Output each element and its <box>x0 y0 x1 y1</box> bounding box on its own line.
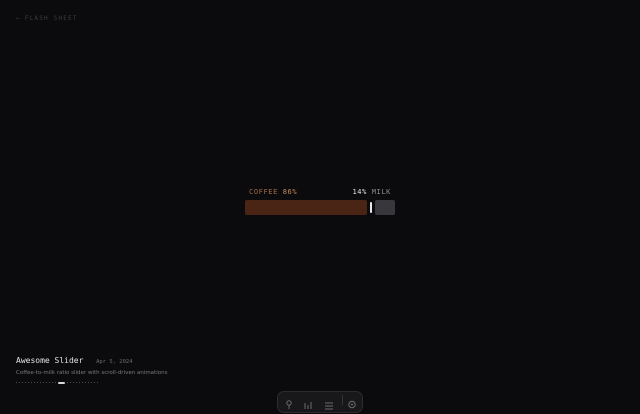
progress-dot[interactable] <box>25 382 26 383</box>
coffee-percent: 86% <box>282 188 298 196</box>
progress-dot[interactable] <box>34 382 35 383</box>
cursor-icon[interactable] <box>283 395 295 409</box>
chart-icon[interactable] <box>302 395 314 409</box>
back-arrow-icon: ← <box>16 15 21 22</box>
milk-percent: 14% <box>352 188 367 196</box>
progress-dot[interactable] <box>76 382 77 383</box>
progress-dot[interactable] <box>82 382 83 383</box>
title-row: Awesome Slider Apr 5, 2024 <box>16 348 167 367</box>
project-title: Awesome Slider <box>16 356 84 365</box>
progress-dot[interactable] <box>28 382 29 383</box>
slider-handle[interactable] <box>370 202 372 213</box>
progress-dot[interactable] <box>37 382 38 383</box>
coffee-label: COFFEE <box>249 188 278 196</box>
toolbar-divider <box>342 395 343 405</box>
coffee-fill-bar <box>245 200 367 215</box>
coffee-label-group: COFFEE 86% <box>249 188 297 196</box>
progress-dot[interactable] <box>19 382 20 383</box>
progress-dot[interactable] <box>67 382 68 383</box>
slider-track[interactable] <box>245 200 395 215</box>
progress-indicator[interactable] <box>16 381 98 384</box>
flash-sheet-link[interactable]: ← FLASH SHEET <box>16 15 78 22</box>
progress-dot[interactable] <box>73 382 74 383</box>
progress-dot[interactable] <box>88 382 89 383</box>
progress-dot[interactable] <box>43 382 44 383</box>
progress-dot[interactable] <box>52 382 53 383</box>
settings-icon[interactable] <box>346 395 358 409</box>
progress-dot[interactable] <box>40 382 41 383</box>
list-icon[interactable] <box>323 395 335 410</box>
progress-dot-active[interactable] <box>58 381 65 384</box>
milk-label-group: 14% MILK <box>352 188 391 196</box>
progress-dot[interactable] <box>70 382 71 383</box>
project-description: Coffee-to-milk ratio slider with scroll-… <box>16 370 168 376</box>
progress-dot[interactable] <box>49 382 50 383</box>
progress-dot[interactable] <box>16 382 17 383</box>
progress-dot[interactable] <box>91 382 92 383</box>
bottom-toolbar <box>277 391 363 413</box>
milk-fill-bar <box>375 200 395 215</box>
milk-label: MILK <box>371 188 391 196</box>
progress-dot[interactable] <box>85 382 86 383</box>
coffee-milk-slider[interactable]: COFFEE 86% 14% MILK <box>245 187 395 217</box>
progress-dot[interactable] <box>46 382 47 383</box>
progress-dot[interactable] <box>94 382 95 383</box>
progress-dot[interactable] <box>79 382 80 383</box>
flash-sheet-label: FLASH SHEET <box>24 15 78 22</box>
project-info: Awesome Slider Apr 5, 2024 Coffee-to-mil… <box>16 348 167 376</box>
slider-labels: COFFEE 86% 14% MILK <box>245 187 395 197</box>
progress-dot[interactable] <box>55 382 56 383</box>
progress-dot[interactable] <box>31 382 32 383</box>
project-date: Apr 5, 2024 <box>96 359 133 365</box>
progress-dot[interactable] <box>22 382 23 383</box>
progress-dot[interactable] <box>97 382 98 383</box>
